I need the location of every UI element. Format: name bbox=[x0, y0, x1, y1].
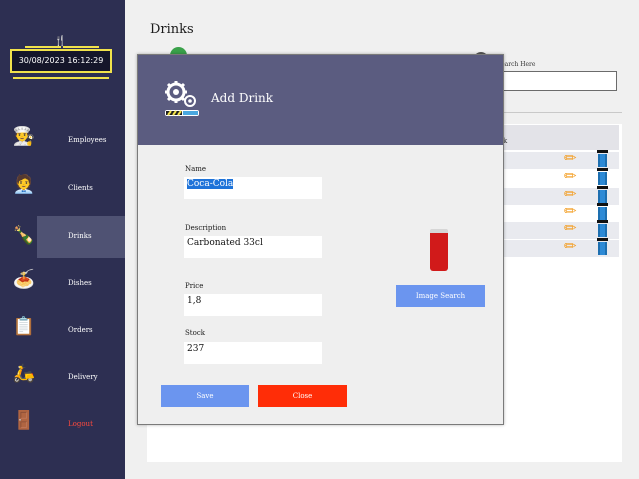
sidebar-item-label: Dishes bbox=[68, 279, 92, 287]
trash-icon[interactable] bbox=[597, 186, 608, 204]
sidebar-item-drinks[interactable]: Drinks bbox=[37, 216, 125, 258]
trash-icon[interactable] bbox=[597, 238, 608, 256]
sidebar-item-logout[interactable]: 🚪 Logout bbox=[0, 404, 125, 446]
logo: 🍴 30/08/2023 16:12:29 bbox=[10, 36, 112, 88]
trash-icon[interactable] bbox=[597, 220, 608, 238]
sidebar-item-dishes[interactable]: 🍝 Dishes bbox=[0, 263, 125, 305]
name-field-value: Coca-Cola bbox=[187, 179, 234, 189]
pencil-icon[interactable]: ✏ bbox=[564, 202, 577, 220]
name-field[interactable]: Coca-Cola bbox=[184, 177, 322, 199]
scooter-icon: 🛵 bbox=[12, 363, 36, 384]
trash-icon[interactable] bbox=[597, 203, 608, 221]
add-drink-dialog: Add Drink Name Coca-Cola Description Car… bbox=[137, 54, 504, 425]
stock-label: Stock bbox=[185, 329, 205, 337]
sidebar-item-label: Delivery bbox=[68, 373, 98, 381]
sidebar-item-label: Logout bbox=[68, 420, 93, 428]
trash-icon[interactable] bbox=[597, 168, 608, 186]
search-input[interactable] bbox=[497, 71, 617, 91]
pencil-icon[interactable]: ✏ bbox=[564, 219, 577, 237]
description-field[interactable]: Carbonated 33cl bbox=[184, 236, 322, 258]
description-label: Description bbox=[185, 224, 227, 232]
table-header: k bbox=[503, 125, 619, 150]
page-title: Drinks bbox=[150, 22, 194, 37]
table-row[interactable]: ✏ bbox=[503, 219, 619, 239]
logo-underline bbox=[13, 77, 109, 79]
close-button[interactable]: Close bbox=[258, 385, 347, 407]
pencil-icon[interactable]: ✏ bbox=[564, 149, 577, 167]
table-row[interactable]: ✏ bbox=[503, 149, 619, 169]
dialog-header: Add Drink bbox=[138, 55, 503, 145]
clipboard-icon: 📋 bbox=[12, 316, 36, 337]
sidebar-item-clients[interactable]: 🧑‍💼 Clients bbox=[0, 168, 125, 210]
sidebar: 🍴 30/08/2023 16:12:29 👨‍🍳 Employees 🧑‍💼 … bbox=[0, 0, 125, 479]
dish-icon: 🍝 bbox=[12, 269, 36, 290]
sidebar-item-label: Employees bbox=[68, 136, 107, 144]
sidebar-item-label: Clients bbox=[68, 184, 93, 192]
price-field[interactable]: 1,8 bbox=[184, 294, 322, 316]
sidebar-item-label: Drinks bbox=[68, 232, 92, 240]
datetime-display: 30/08/2023 16:12:29 bbox=[10, 49, 112, 73]
chef-icon: 👨‍🍳 bbox=[12, 126, 36, 147]
can-top bbox=[430, 229, 448, 233]
gears-icon bbox=[165, 81, 199, 116]
dialog-title: Add Drink bbox=[211, 91, 274, 105]
save-button[interactable]: Save bbox=[161, 385, 249, 407]
pencil-icon[interactable]: ✏ bbox=[564, 237, 577, 255]
pencil-icon[interactable]: ✏ bbox=[564, 167, 577, 185]
name-label: Name bbox=[185, 165, 207, 173]
exit-door-icon: 🚪 bbox=[12, 410, 36, 431]
pencil-icon[interactable]: ✏ bbox=[564, 185, 577, 203]
sidebar-item-employees[interactable]: 👨‍🍳 Employees bbox=[0, 120, 125, 162]
trash-icon[interactable] bbox=[597, 150, 608, 168]
table-row[interactable]: ✏ bbox=[503, 237, 619, 257]
image-search-button[interactable]: Image Search bbox=[396, 285, 485, 307]
sidebar-item-delivery[interactable]: 🛵 Delivery bbox=[0, 357, 125, 399]
divider bbox=[500, 112, 622, 113]
sidebar-item-orders[interactable]: 📋 Orders bbox=[0, 310, 125, 352]
sidebar-item-label: Orders bbox=[68, 326, 93, 334]
table-row[interactable]: ✏ bbox=[503, 167, 619, 187]
bottle-icon: 🍾 bbox=[12, 225, 36, 246]
stock-field[interactable]: 237 bbox=[184, 342, 322, 364]
client-icon: 🧑‍💼 bbox=[12, 174, 36, 195]
price-label: Price bbox=[185, 282, 204, 290]
logo-line-right bbox=[63, 46, 99, 48]
drink-image bbox=[430, 229, 448, 271]
